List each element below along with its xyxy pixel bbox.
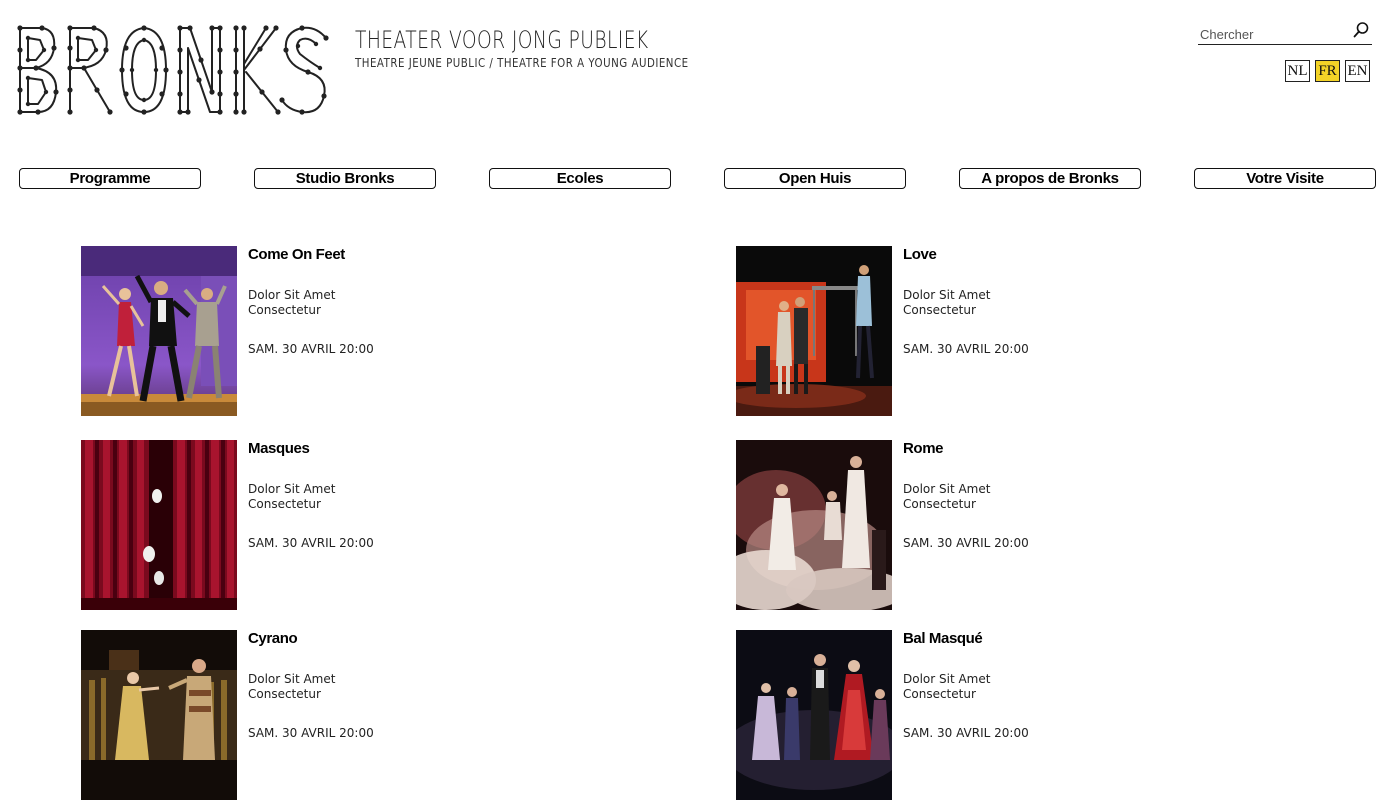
show-image[interactable] [736,246,892,416]
show-title[interactable]: Bal Masqué [903,630,983,647]
show-title[interactable]: Masques [248,440,310,457]
lang-nl[interactable]: NL [1285,60,1310,82]
show-card: Bal Masqué Dolor Sit Amet Consectetur SA… [736,630,1136,802]
nav-votre-visite[interactable]: Votre Visite [1194,168,1376,189]
show-desc-line1: Dolor Sit Amet [248,672,336,686]
nav-open-huis[interactable]: Open Huis [724,168,906,189]
show-image[interactable] [736,440,892,610]
show-description: Dolor Sit Amet Consectetur [903,482,990,512]
show-image[interactable] [81,630,237,800]
tagline-main: THEATER VOOR JONG PUBLIEK [355,26,649,54]
show-description: Dolor Sit Amet Consectetur [903,672,990,702]
show-title[interactable]: Cyrano [248,630,298,647]
show-desc-line2: Consectetur [248,687,321,701]
show-title[interactable]: Rome [903,440,943,457]
tagline: THEATER VOOR JONG PUBLIEK THEATRE JEUNE … [355,26,689,70]
show-card: Love Dolor Sit Amet Consectetur SAM. 30 … [736,246,1136,418]
show-description: Dolor Sit Amet Consectetur [903,288,990,318]
show-image[interactable] [81,246,237,416]
show-date: SAM. 30 AVRIL 20:00 [903,726,1029,740]
search-icon[interactable] [1352,21,1370,39]
tagline-sub: THEATRE JEUNE PUBLIC / THEATRE FOR A YOU… [355,55,689,70]
main-nav: Programme Studio Bronks Ecoles Open Huis… [19,168,1376,189]
show-title[interactable]: Come On Feet [248,246,345,263]
show-date: SAM. 30 AVRIL 20:00 [903,536,1029,550]
bronks-logo-graphic [17,25,329,115]
show-date: SAM. 30 AVRIL 20:00 [903,342,1029,356]
show-date: SAM. 30 AVRIL 20:00 [248,342,374,356]
lang-fr[interactable]: FR [1315,60,1340,82]
search-input[interactable] [1200,25,1350,43]
show-image[interactable] [736,630,892,800]
show-image[interactable] [81,440,237,610]
show-desc-line1: Dolor Sit Amet [903,672,991,686]
show-desc-line2: Consectetur [248,497,321,511]
show-description: Dolor Sit Amet Consectetur [248,672,335,702]
show-description: Dolor Sit Amet Consectetur [248,288,335,318]
language-switcher: NL FR EN [1285,60,1370,82]
show-card: Masques Dolor Sit Amet Consectetur SAM. … [81,440,481,612]
show-description: Dolor Sit Amet Consectetur [248,482,335,512]
nav-a-propos[interactable]: A propos de Bronks [959,168,1141,189]
nav-programme[interactable]: Programme [19,168,201,189]
lang-en[interactable]: EN [1345,60,1370,82]
show-date: SAM. 30 AVRIL 20:00 [248,536,374,550]
show-desc-line1: Dolor Sit Amet [903,482,991,496]
nav-ecoles[interactable]: Ecoles [489,168,671,189]
show-desc-line2: Consectetur [903,687,976,701]
show-desc-line2: Consectetur [903,497,976,511]
show-title[interactable]: Love [903,246,937,263]
show-desc-line1: Dolor Sit Amet [248,482,336,496]
show-card: Rome Dolor Sit Amet Consectetur SAM. 30 … [736,440,1136,612]
show-card: Cyrano Dolor Sit Amet Consectetur SAM. 3… [81,630,481,802]
search-box [1198,20,1372,45]
show-desc-line1: Dolor Sit Amet [248,288,336,302]
show-card: Come On Feet Dolor Sit Amet Consectetur … [81,246,481,418]
show-desc-line2: Consectetur [248,303,321,317]
nav-studio-bronks[interactable]: Studio Bronks [254,168,436,189]
show-desc-line1: Dolor Sit Amet [903,288,991,302]
show-date: SAM. 30 AVRIL 20:00 [248,726,374,740]
bronks-logo[interactable] [14,20,334,120]
show-desc-line2: Consectetur [903,303,976,317]
